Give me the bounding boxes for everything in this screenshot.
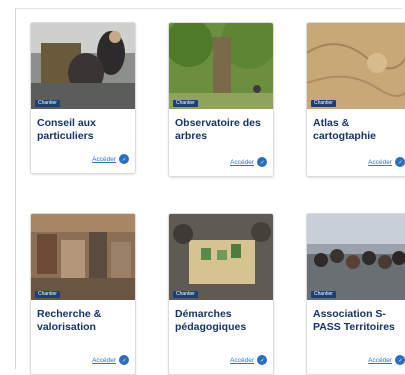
card-title: Association S-PASS Territoires (313, 308, 395, 333)
card-image: Chantier (169, 23, 273, 109)
card-observatoire-arbres[interactable]: Chantier Observatoire des arbres Accéder (168, 22, 274, 177)
card-title: Conseil aux particuliers (37, 117, 96, 142)
card-image: Chantier (169, 214, 273, 300)
compass-arrow-icon (257, 355, 267, 365)
chantier-badge: Chantier (35, 291, 60, 298)
access-link[interactable]: Accéder (368, 157, 405, 167)
card-demarches-pedagogiques[interactable]: Chantier Démarches pédagogiques Accéder (168, 213, 274, 375)
card-association-s-pass[interactable]: Chantier Association S-PASS Territoires … (306, 213, 405, 375)
card-image: Chantier (31, 23, 135, 109)
access-link[interactable]: Accéder (92, 154, 129, 164)
card-title: Observatoire des arbres (175, 117, 261, 142)
access-link-label: Accéder (230, 158, 254, 166)
compass-arrow-icon (257, 157, 267, 167)
access-link-label: Accéder (92, 356, 116, 364)
chantier-badge: Chantier (173, 100, 198, 107)
card-title: Recherche & valorisation (37, 308, 102, 333)
compass-arrow-icon (119, 154, 129, 164)
card-title: Atlas & cartogtaphie (313, 117, 377, 142)
chantier-badge: Chantier (311, 100, 336, 107)
card-image: Chantier (31, 214, 135, 300)
compass-arrow-icon (119, 355, 129, 365)
access-link[interactable]: Accéder (230, 355, 267, 365)
chantier-badge: Chantier (35, 100, 60, 107)
access-link-label: Accéder (92, 155, 116, 163)
access-link[interactable]: Accéder (92, 355, 129, 365)
access-link-label: Accéder (368, 158, 392, 166)
access-link-label: Accéder (368, 356, 392, 364)
access-link[interactable]: Accéder (368, 355, 405, 365)
card-title: Démarches pédagogiques (175, 308, 247, 333)
card-image: Chantier (307, 214, 405, 300)
access-link[interactable]: Accéder (230, 157, 267, 167)
card-image: Chantier (307, 23, 405, 109)
compass-arrow-icon (395, 355, 405, 365)
card-conseil-particuliers[interactable]: Chantier Conseil aux particuliers Accéde… (30, 22, 136, 174)
card-atlas-cartographie[interactable]: Chantier Atlas & cartogtaphie Accéder (306, 22, 405, 177)
chantier-badge: Chantier (311, 291, 336, 298)
compass-arrow-icon (395, 157, 405, 167)
access-link-label: Accéder (230, 356, 254, 364)
chantier-badge: Chantier (173, 291, 198, 298)
card-recherche-valorisation[interactable]: Chantier Recherche & valorisation Accéde… (30, 213, 136, 375)
